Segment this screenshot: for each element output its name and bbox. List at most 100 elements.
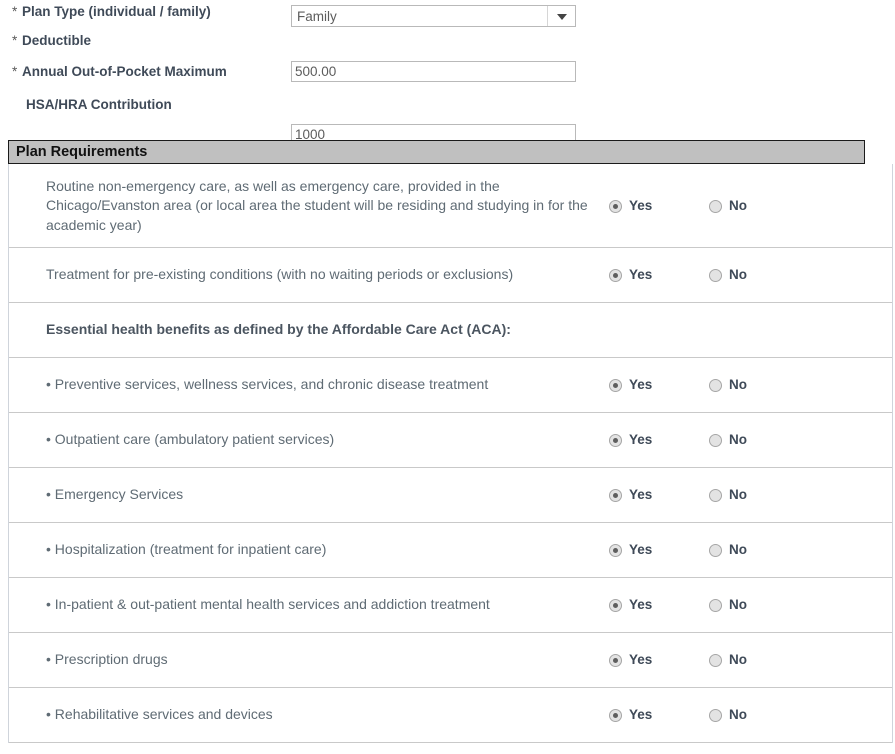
radio-yes-icon[interactable] [609, 199, 622, 213]
radio-option-no[interactable]: No [709, 198, 747, 214]
radio-no-icon[interactable] [709, 653, 722, 667]
requirement-row: • In-patient & out-patient mental health… [9, 578, 892, 633]
radio-option-no[interactable]: No [709, 652, 747, 668]
radio-no-icon[interactable] [709, 268, 722, 282]
plan-requirements-rows: Routine non-emergency care, as well as e… [8, 164, 893, 743]
requirement-options: Yes No [609, 358, 892, 412]
form-row: * Deductible [0, 31, 895, 82]
requirement-section-heading: Essential health benefits as defined by … [46, 321, 511, 338]
radio-option-yes[interactable]: Yes [609, 267, 652, 283]
form-row: HSA/HRA Contribution [0, 95, 895, 211]
requirement-options [609, 303, 892, 357]
requirement-row: Treatment for pre-existing conditions (w… [9, 248, 892, 303]
radio-option-no[interactable]: No [709, 597, 747, 613]
field-label-text: Plan Type (individual / family) [22, 4, 211, 19]
requirement-row: Essential health benefits as defined by … [9, 303, 892, 358]
radio-no-label: No [729, 432, 747, 447]
requirement-text: • Outpatient care (ambulatory patient se… [46, 431, 335, 448]
radio-yes-icon[interactable] [609, 543, 622, 557]
chevron-down-icon[interactable] [557, 14, 567, 20]
field-label: Deductible [22, 31, 91, 50]
form-row: * Annual Out-of-Pocket Maximum [0, 62, 895, 145]
radio-no-label: No [729, 652, 747, 667]
requirement-row: • Preventive services, wellness services… [9, 358, 892, 413]
requirement-options: Yes No [609, 633, 892, 687]
requirement-options: Yes No [609, 165, 892, 247]
radio-yes-icon[interactable] [609, 653, 622, 667]
radio-option-yes[interactable]: Yes [609, 432, 652, 448]
radio-option-no[interactable]: No [709, 432, 747, 448]
requirement-row: • Rehabilitative services and devices Yes… [9, 688, 892, 743]
radio-yes-icon[interactable] [609, 598, 622, 612]
field-label-text: Annual Out-of-Pocket Maximum [22, 64, 227, 79]
field-label: Plan Type (individual / family) [22, 2, 211, 21]
radio-option-no[interactable]: No [709, 487, 747, 503]
radio-option-no[interactable]: No [709, 267, 747, 283]
requirement-row: • Prescription drugs Yes No [9, 633, 892, 688]
radio-option-no[interactable]: No [709, 707, 747, 723]
radio-yes-icon[interactable] [609, 488, 622, 502]
plan-requirements-panel: Plan Requirements Routine non-emergency … [8, 140, 893, 743]
radio-option-yes[interactable]: Yes [609, 377, 652, 393]
radio-no-icon[interactable] [709, 433, 722, 447]
radio-no-label: No [729, 597, 747, 612]
radio-no-label: No [729, 377, 747, 392]
radio-yes-icon[interactable] [609, 433, 622, 447]
radio-no-icon[interactable] [709, 378, 722, 392]
radio-option-yes[interactable]: Yes [609, 597, 652, 613]
radio-no-label: No [729, 707, 747, 722]
radio-no-icon[interactable] [709, 598, 722, 612]
requirement-row: • Emergency Services Yes No [9, 468, 892, 523]
required-asterisk: * [12, 64, 18, 79]
radio-yes-label: Yes [629, 487, 653, 502]
requirement-text: • Preventive services, wellness services… [46, 376, 489, 393]
radio-option-no[interactable]: No [709, 377, 747, 393]
required-asterisk: * [12, 4, 18, 19]
requirement-options: Yes No [609, 578, 892, 632]
field-label: Annual Out-of-Pocket Maximum [22, 62, 227, 81]
radio-yes-icon[interactable] [609, 268, 622, 282]
radio-option-yes[interactable]: Yes [609, 542, 652, 558]
radio-option-no[interactable]: No [709, 542, 747, 558]
radio-yes-label: Yes [629, 707, 653, 722]
requirement-text: • Hospitalization (treatment for inpatie… [46, 541, 327, 558]
radio-yes-label: Yes [629, 198, 653, 213]
radio-yes-label: Yes [629, 267, 653, 282]
requirement-options: Yes No [609, 468, 892, 522]
radio-yes-label: Yes [629, 652, 653, 667]
radio-yes-label: Yes [629, 542, 653, 557]
requirement-options: Yes No [609, 523, 892, 577]
select-divider [547, 6, 548, 26]
radio-option-yes[interactable]: Yes [609, 652, 652, 668]
field-label-text: HSA/HRA Contribution [26, 97, 172, 112]
form-row: * Plan Type (individual / family) Family [0, 2, 895, 32]
requirement-row: • Hospitalization (treatment for inpatie… [9, 523, 892, 578]
requirement-text: Routine non-emergency care, as well as e… [46, 177, 588, 233]
requirement-text: • In-patient & out-patient mental health… [46, 596, 490, 613]
requirement-options: Yes No [609, 413, 892, 467]
radio-no-icon[interactable] [709, 708, 722, 722]
field-label-text: Deductible [22, 33, 92, 48]
plan-requirements-header: Plan Requirements [8, 140, 865, 164]
radio-option-yes[interactable]: Yes [609, 707, 652, 723]
radio-yes-label: Yes [629, 377, 653, 392]
requirement-row: • Outpatient care (ambulatory patient se… [9, 413, 892, 468]
radio-no-icon[interactable] [709, 543, 722, 557]
radio-option-yes[interactable]: Yes [609, 487, 652, 503]
radio-no-icon[interactable] [709, 488, 722, 502]
plan-type-select[interactable]: Family [291, 5, 576, 27]
radio-no-label: No [729, 267, 747, 282]
plan-type-selected-value: Family [297, 9, 337, 24]
requirement-text: • Emergency Services [46, 486, 184, 503]
radio-yes-icon[interactable] [609, 378, 622, 392]
radio-no-label: No [729, 198, 747, 213]
radio-no-label: No [729, 487, 747, 502]
radio-no-icon[interactable] [709, 199, 722, 213]
requirement-text: • Prescription drugs [46, 651, 168, 668]
radio-option-yes[interactable]: Yes [609, 198, 652, 214]
requirement-text: Treatment for pre-existing conditions (w… [46, 266, 514, 283]
requirement-options: Yes No [609, 688, 892, 742]
radio-yes-icon[interactable] [609, 708, 622, 722]
required-asterisk: * [12, 33, 18, 48]
radio-yes-label: Yes [629, 432, 653, 447]
